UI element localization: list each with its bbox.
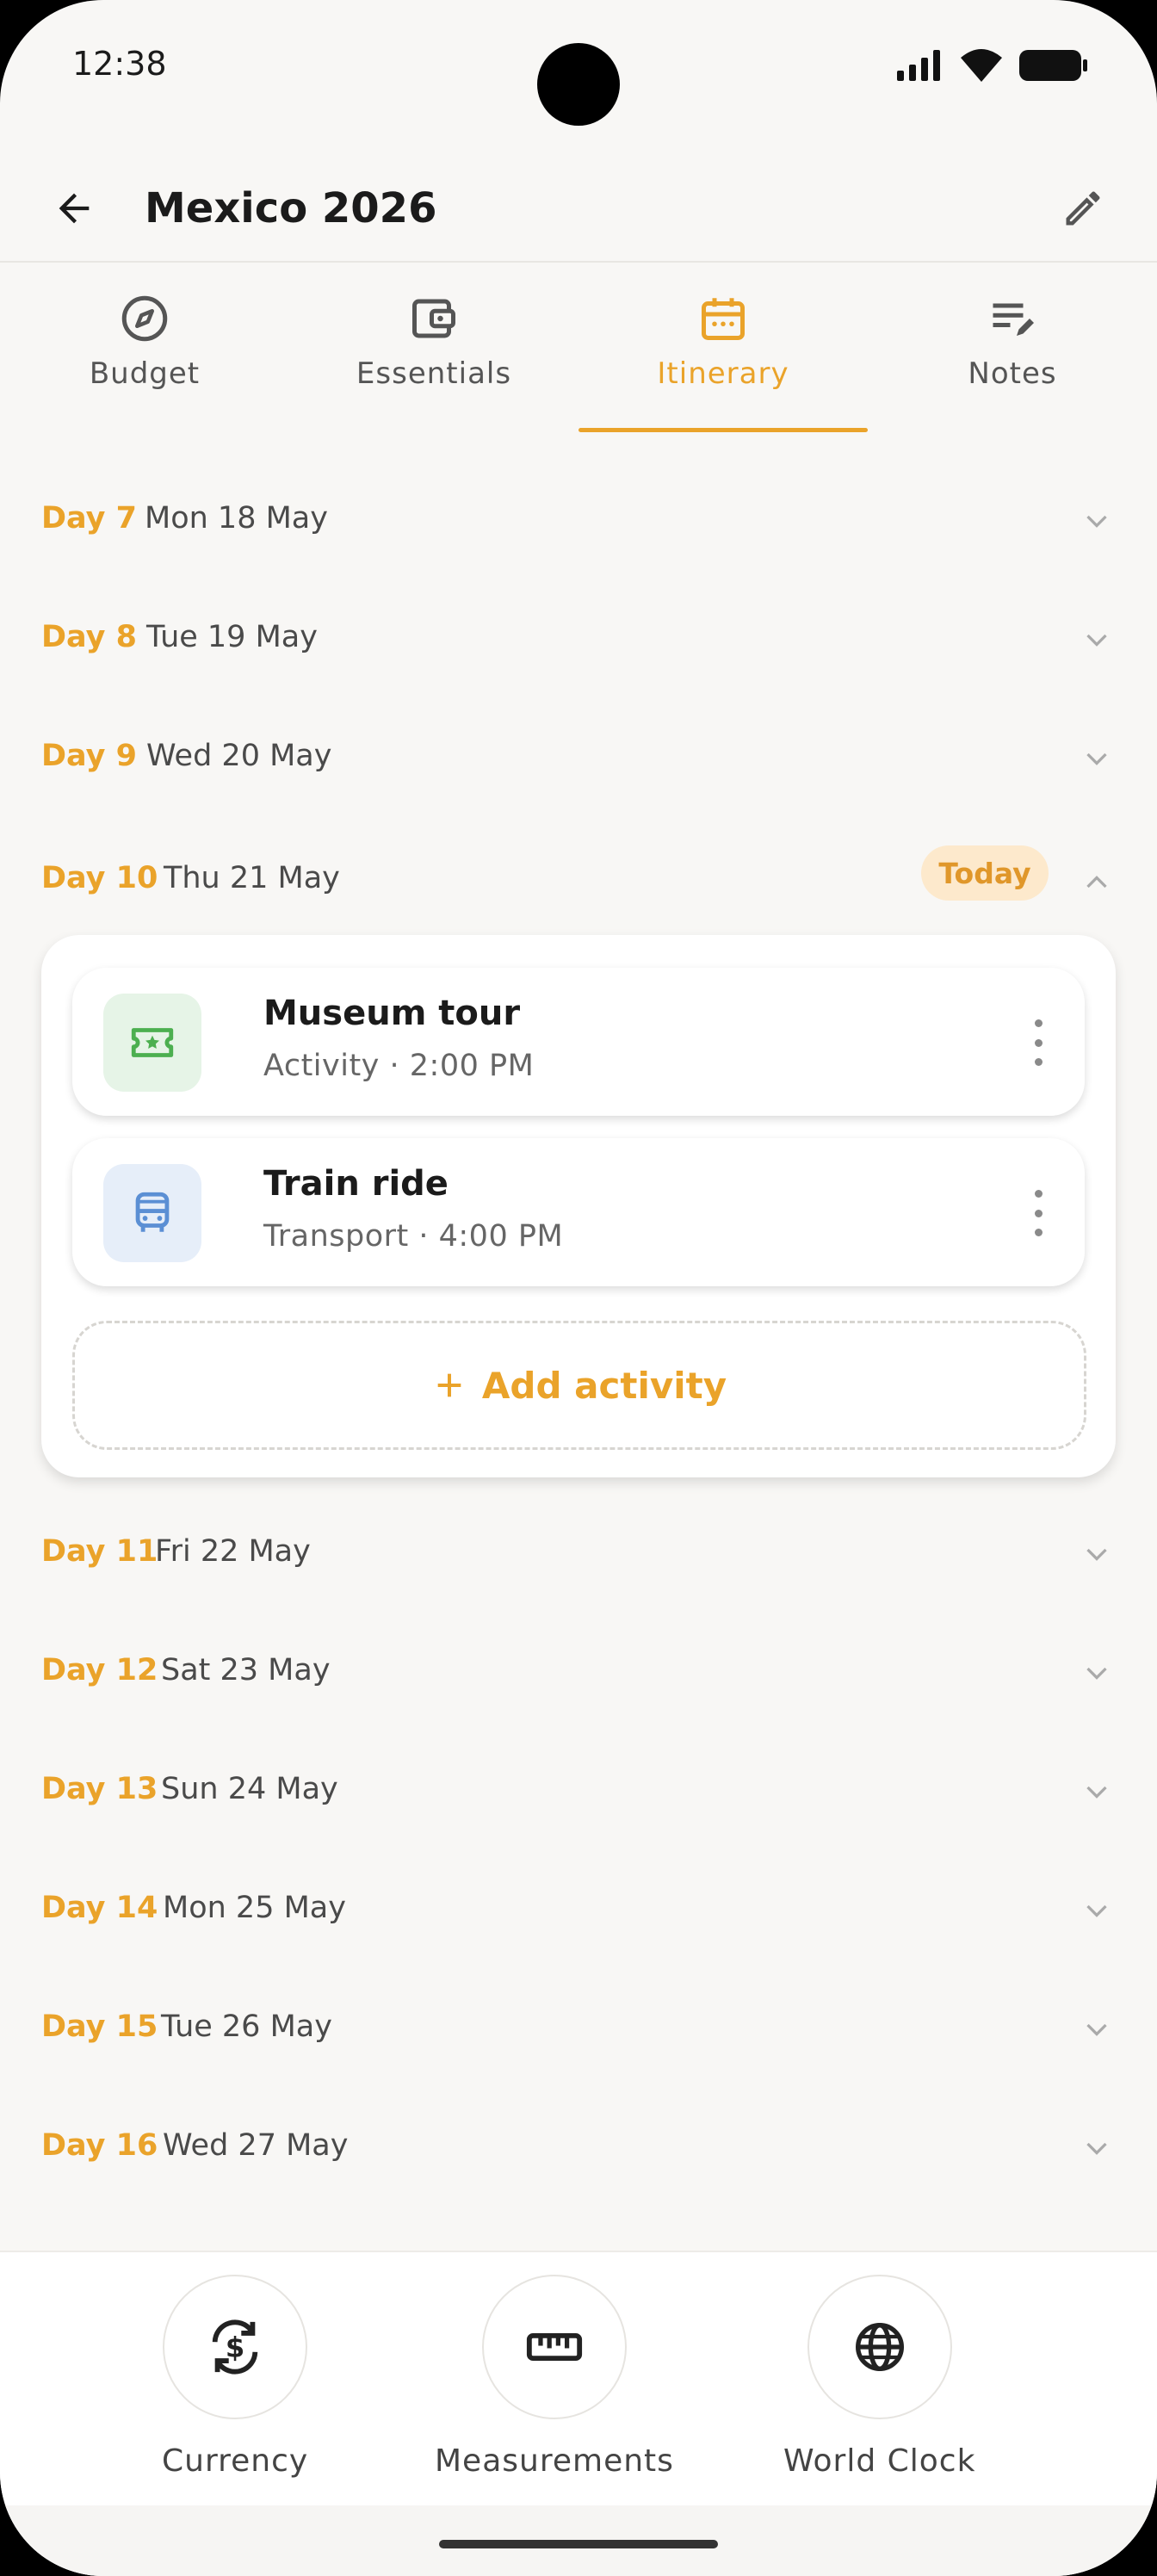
chevron-up-icon <box>1086 876 1107 889</box>
tab-budget[interactable]: Budget <box>0 263 289 432</box>
pencil-icon <box>1066 191 1100 226</box>
day-number: Day 15 <box>41 2009 158 2044</box>
chevron-down-icon <box>1086 1786 1107 1799</box>
day-date: Sat 23 May <box>161 1653 331 1687</box>
camera-cutout <box>537 43 620 126</box>
day-row[interactable]: Day 12 Sat 23 May <box>0 1639 1157 1708</box>
activity-title: Museum tour <box>263 994 521 1033</box>
app-bar: Mexico 2026 <box>0 155 1157 262</box>
day-date: Mon 25 May <box>163 1891 346 1925</box>
day-row-expanded[interactable]: Day 10 Thu 21 May Today <box>0 845 1157 916</box>
activity-title: Train ride <box>263 1164 449 1204</box>
chevron-down-icon <box>1086 515 1107 528</box>
day-number: Day 12 <box>41 1653 158 1687</box>
activity-icon-box <box>103 1164 201 1262</box>
arrow-back-icon <box>59 193 90 224</box>
day-row[interactable]: Day 16 Wed 27 May <box>0 2115 1157 2183</box>
day-date: Thu 21 May <box>164 861 340 895</box>
activity-icon-box <box>103 994 201 1092</box>
svg-text:$: $ <box>226 2331 244 2364</box>
chevron-down-icon <box>1086 634 1107 647</box>
page-title: Mexico 2026 <box>145 184 437 232</box>
calendar-icon <box>702 298 745 340</box>
tool-label: Measurements <box>435 2443 674 2479</box>
tool-label: Currency <box>162 2443 309 2479</box>
tool-world-clock[interactable]: World Clock <box>783 2275 975 2479</box>
tab-label: Itinerary <box>657 356 789 391</box>
chevron-down-icon <box>1086 2142 1107 2155</box>
tool-button[interactable] <box>807 2275 952 2419</box>
day-row[interactable]: Day 13 Sun 24 May <box>0 1758 1157 1827</box>
back-button[interactable] <box>45 179 103 238</box>
chevron-down-icon <box>1086 1667 1107 1680</box>
home-indicator[interactable] <box>439 2540 718 2548</box>
ruler-icon <box>526 2332 583 2362</box>
chevron-down-icon <box>1086 752 1107 765</box>
edit-trip-button[interactable] <box>1054 179 1112 238</box>
battery-icon <box>1019 50 1087 81</box>
day-number: Day 10 <box>41 861 158 895</box>
signal-icon <box>897 50 940 81</box>
tool-currency[interactable]: $ Currency <box>162 2275 308 2479</box>
day-row[interactable]: Day 15 Tue 26 May <box>0 1996 1157 2065</box>
day-number: Day 14 <box>41 1891 158 1925</box>
day-date: Mon 18 May <box>145 501 328 536</box>
day-date: Wed 27 May <box>163 2128 349 2163</box>
day-date: Fri 22 May <box>155 1534 311 1569</box>
bus-icon <box>135 1192 170 1232</box>
day-date: Sun 24 May <box>161 1772 338 1806</box>
more-options-icon[interactable] <box>1028 1190 1049 1236</box>
day-number: Day 16 <box>41 2128 158 2163</box>
day-date: Wed 20 May <box>146 739 332 773</box>
wifi-icon <box>961 49 1002 82</box>
tab-active-indicator <box>578 428 868 432</box>
tool-button[interactable]: $ <box>163 2275 308 2419</box>
tab-label: Notes <box>968 356 1057 391</box>
tab-label: Budget <box>89 356 201 391</box>
activity-card[interactable]: Train ride Transport · 4:00 PM <box>72 1138 1085 1286</box>
tool-label: World Clock <box>783 2443 976 2479</box>
app-bar-divider <box>0 261 1157 263</box>
more-options-icon[interactable] <box>1028 1019 1049 1066</box>
day-number: Day 13 <box>41 1772 158 1806</box>
day-row[interactable]: Day 14 Mon 25 May <box>0 1877 1157 1946</box>
add-activity-label: Add activity <box>481 1364 727 1407</box>
today-badge: Today <box>921 845 1049 901</box>
tab-essentials[interactable]: Essentials <box>289 263 578 432</box>
ticket-icon <box>131 1028 174 1057</box>
activity-subtitle: Activity · 2:00 PM <box>263 1049 535 1083</box>
day-row[interactable]: Day 9 Wed 20 May <box>0 725 1157 794</box>
day-number: Day 11 <box>41 1534 158 1569</box>
currency-exchange-icon: $ <box>212 2319 258 2375</box>
add-activity-button[interactable]: Add activity <box>72 1321 1086 1450</box>
chevron-down-icon <box>1086 1904 1107 1917</box>
day-date: Tue 26 May <box>161 2009 332 2044</box>
tab-label: Essentials <box>356 356 512 391</box>
activity-subtitle: Transport · 4:00 PM <box>263 1219 564 1254</box>
plus-icon <box>437 1373 461 1397</box>
day-row[interactable]: Day 8 Tue 19 May <box>0 606 1157 675</box>
day-number: Day 7 <box>41 501 137 536</box>
day-row[interactable]: Day 7 Mon 18 May <box>0 487 1157 556</box>
tool-measurements[interactable]: Measurements <box>435 2275 674 2479</box>
chevron-down-icon <box>1086 2023 1107 2036</box>
globe-icon <box>855 2323 904 2371</box>
day-row[interactable]: Day 11 Fri 22 May <box>0 1520 1157 1589</box>
wallet-icon <box>412 299 455 338</box>
chevron-down-icon <box>1086 1548 1107 1561</box>
day-number: Day 9 <box>41 739 137 773</box>
status-icons <box>897 48 1088 83</box>
status-time: 12:38 <box>72 45 167 83</box>
tool-button[interactable] <box>481 2275 627 2419</box>
app-screen: 12:38 Mexico 2026 Budget Essentials Itin… <box>0 0 1157 2576</box>
day-date: Tue 19 May <box>146 620 318 654</box>
day-number: Day 8 <box>41 620 137 654</box>
compass-icon <box>121 295 168 342</box>
tab-notes[interactable]: Notes <box>868 263 1157 432</box>
activity-card[interactable]: Museum tour Activity · 2:00 PM <box>72 968 1085 1116</box>
tab-itinerary[interactable]: Itinerary <box>578 263 868 432</box>
day-activities-card: Museum tour Activity · 2:00 PM Train rid… <box>41 935 1116 1477</box>
notes-edit-icon <box>993 303 1034 336</box>
tab-bar: Budget Essentials Itinerary Notes <box>0 263 1157 432</box>
